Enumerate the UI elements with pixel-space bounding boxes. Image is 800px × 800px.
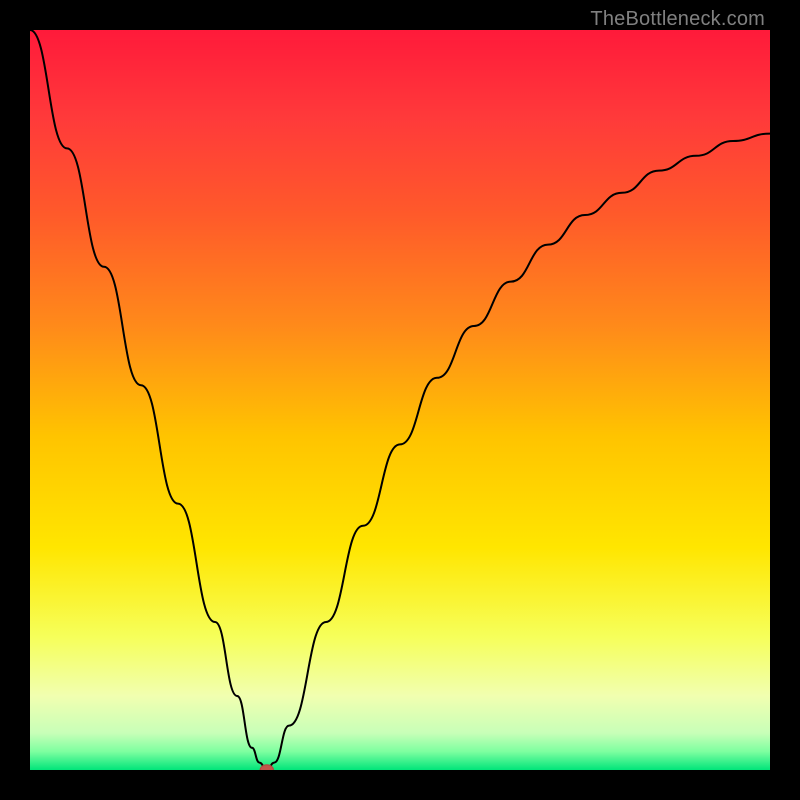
bottleneck-chart (30, 30, 770, 770)
chart-frame: TheBottleneck.com (0, 0, 800, 800)
gradient-background (30, 30, 770, 770)
watermark-text: TheBottleneck.com (590, 8, 765, 31)
